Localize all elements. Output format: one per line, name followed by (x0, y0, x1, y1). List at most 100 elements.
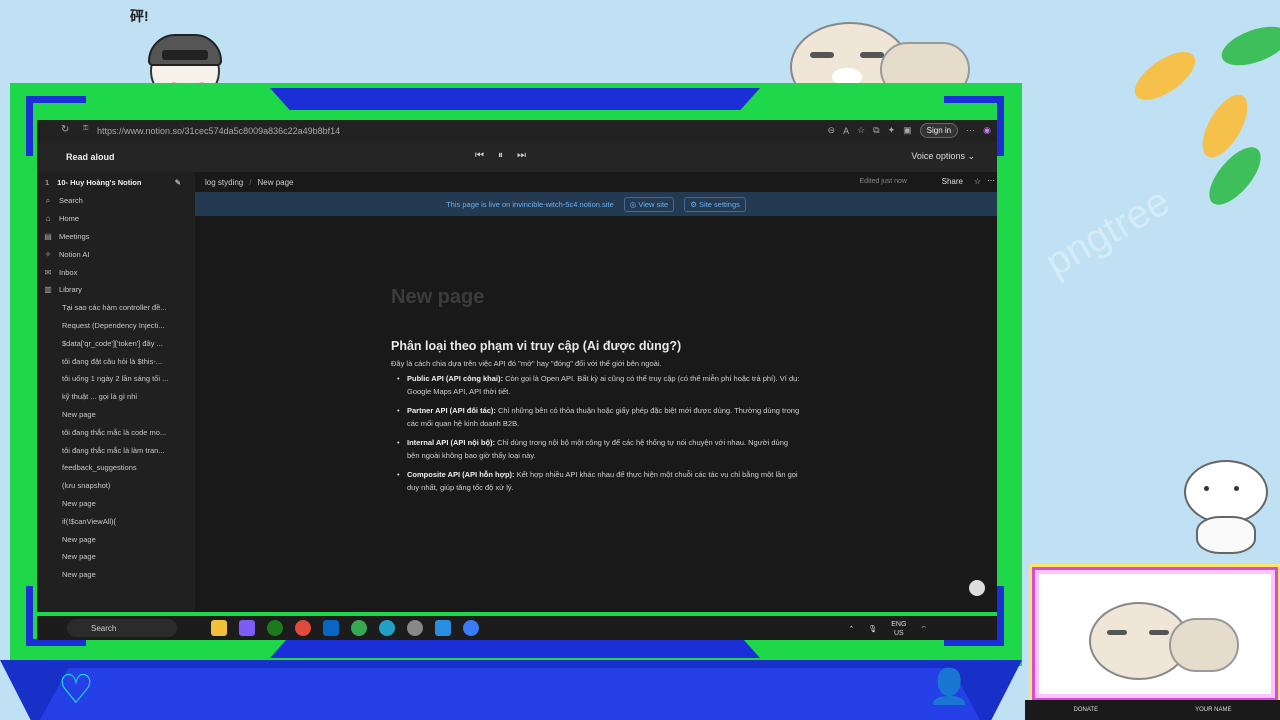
sidebar-page[interactable]: New page (37, 530, 195, 548)
library-icon: ▥ (44, 285, 52, 295)
sidebar-item-label: Meetings (59, 231, 90, 241)
overlay-bottom-bar-inner (40, 668, 980, 720)
extensions-icon[interactable]: ⧉ (873, 125, 879, 136)
sidebar-page[interactable]: Tại sao các hàm controller đề... (37, 299, 195, 317)
notion-main: log styding / New page Edited just now S… (195, 172, 997, 612)
site-settings-button[interactable]: ⚙ Site settings (684, 196, 746, 212)
donate-label: DONATE (1073, 707, 1099, 713)
sidebar-page[interactable]: New page (37, 406, 195, 424)
edge-icon[interactable] (379, 620, 395, 636)
leaf-decoration (1127, 42, 1203, 110)
microphone-icon[interactable]: 🎙 (868, 625, 877, 633)
section-heading[interactable]: Phân loại theo phạm vi truy cập (Ai được… (391, 339, 801, 353)
heart-icon: ♡ (58, 668, 94, 712)
webcam-frame (1035, 570, 1275, 698)
favorite-page-icon[interactable]: ☆ (974, 177, 981, 186)
breadcrumb-parent[interactable]: log styding (205, 178, 243, 187)
xbox-icon[interactable] (267, 620, 283, 636)
sidebar-item-home[interactable]: ⌂ Home (37, 210, 195, 228)
copilot-icon[interactable]: ◉ (983, 125, 991, 136)
sidebar-page[interactable]: New page (37, 495, 195, 513)
taskbar-search[interactable]: Search (67, 619, 177, 637)
sidebar-item-label: Notion AI (59, 249, 90, 259)
edited-status: Edited just now (859, 178, 907, 185)
bullet-term: Public API (API công khai): (407, 374, 503, 383)
sidebar-page[interactable]: tôi uống 1 ngày 2 lần sáng tối ... (37, 370, 195, 388)
bullet-list: Public API (API công khai): Còn gọi là O… (391, 372, 801, 494)
browser-address-bar: ↻ ⚿ https://www.notion.so/31cec574da5c80… (37, 120, 997, 142)
sidebar-item-search[interactable]: ⌕ Search (37, 192, 195, 210)
pause-icon[interactable]: ⏸ (498, 150, 503, 161)
bullet-term: Internal API (API nội bộ): (407, 438, 496, 447)
sidebar-page[interactable]: tôi đang thắc mắc là code mo... (37, 423, 195, 441)
signin-button[interactable]: Sign in (919, 123, 959, 138)
sidebar-page[interactable]: kỹ thuật ... gọi là gì nhỉ (37, 388, 195, 406)
zalo-icon[interactable] (463, 620, 479, 636)
page-title-placeholder[interactable]: New page (391, 286, 801, 309)
watermark: pngtree (1037, 179, 1178, 286)
bullet-item[interactable]: Public API (API công khai): Còn gọi là O… (391, 372, 801, 398)
view-site-button[interactable]: ◎ View site (623, 196, 675, 212)
language-label: ENG (891, 621, 907, 628)
screen-capture: ↻ ⚿ https://www.notion.so/31cec574da5c80… (37, 120, 997, 612)
new-page-icon[interactable]: ✎ (175, 178, 181, 187)
more-icon[interactable]: ⋯ (966, 125, 975, 136)
add-user-icon: 👤 (928, 668, 971, 706)
refresh-icon[interactable]: ↻ (61, 124, 69, 135)
language-indicator[interactable]: ENG US (891, 620, 906, 638)
wifi-icon[interactable]: ⌔ (920, 625, 927, 634)
next-icon[interactable]: ⏭ (517, 150, 526, 161)
banner-text: This page is live on invincible-witch-5c… (446, 199, 614, 209)
settings-icon[interactable] (407, 620, 423, 636)
sidebar-page[interactable]: New page (37, 566, 195, 584)
voice-options-label: Voice options (911, 151, 965, 161)
read-aloud-icon[interactable]: A (843, 126, 849, 136)
voice-options-button[interactable]: Voice options ⌄ (911, 151, 975, 162)
home-icon: ⌂ (45, 214, 51, 224)
previous-icon[interactable]: ⏮ (475, 150, 484, 161)
intro-paragraph[interactable]: Đây là cách chia dựa trên việc API đó "m… (391, 359, 801, 368)
meetings-icon: ▤ (44, 231, 52, 241)
sidebar-item-inbox[interactable]: ✉ Inbox (37, 263, 195, 281)
sidebar-page[interactable]: tôi đang đặt câu hỏi là $this-... (37, 352, 195, 370)
workspace-switcher[interactable]: 1 10- Huy Hoàng's Notion ✎ (37, 172, 195, 192)
url-text[interactable]: https://www.notion.so/31cec574da5c8009a8… (97, 126, 340, 136)
windows-taskbar: Search ⌃ 🎙 ENG US ⌔ (37, 616, 997, 640)
sidebar-page[interactable]: New page (37, 548, 195, 566)
chevron-up-icon[interactable]: ⌃ (848, 625, 854, 633)
chrome-profile-icon[interactable] (351, 620, 367, 636)
page-content: New page Phân loại theo phạm vi truy cập… (391, 236, 801, 500)
page-menu-icon[interactable]: ⋯ (987, 176, 995, 185)
taskbar-search-label: Search (91, 623, 117, 633)
favorite-icon[interactable]: ☆ (857, 125, 865, 136)
sidebar-page[interactable]: $data['qr_code']['token'] đây ... (37, 334, 195, 352)
sidebar-page[interactable]: feedback_suggestions (37, 459, 195, 477)
breadcrumb-current[interactable]: New page (257, 178, 293, 187)
file-explorer-icon[interactable] (211, 620, 227, 636)
favorites-bar-icon[interactable]: ✦ (888, 125, 896, 136)
bullet-item[interactable]: Internal API (API nội bộ): Chỉ dùng tron… (391, 436, 801, 462)
sidebar-item-notion-ai[interactable]: ✧ Notion AI (37, 245, 195, 263)
vscode-icon[interactable] (435, 620, 451, 636)
mochi-sticker (1176, 456, 1276, 556)
screen-recorder-icon[interactable] (239, 620, 255, 636)
sidebar-item-label: Inbox (59, 267, 78, 277)
name-label: YOUR NAME (1195, 707, 1232, 713)
share-button[interactable]: Share (942, 177, 963, 186)
sidebar-page[interactable]: if(!$canViewAll){ (37, 512, 195, 530)
sidebar-item-label: Search (59, 196, 83, 206)
help-icon[interactable] (969, 580, 985, 596)
bullet-item[interactable]: Composite API (API hỗn hợp): Kết hợp nhi… (391, 468, 801, 494)
notion-sidebar: 1 10- Huy Hoàng's Notion ✎ ⌕ Search ⌂ Home ▤… (37, 172, 195, 612)
linkedin-icon[interactable] (323, 620, 339, 636)
sidebar-page[interactable]: tôi đang thắc mắc là làm tran... (37, 441, 195, 459)
sidebar-page[interactable]: Request (Dependency Injecti... (37, 317, 195, 335)
read-aloud-title: Read aloud (66, 152, 115, 162)
sidebar-item-library[interactable]: ▥ Library (37, 281, 195, 299)
chrome-icon[interactable] (295, 620, 311, 636)
sidebar-item-meetings[interactable]: ▤ Meetings (37, 228, 195, 246)
sidebar-page[interactable]: (lưu snapshot) (37, 477, 195, 495)
zoom-icon[interactable]: ⊖ (828, 125, 836, 136)
bullet-item[interactable]: Partner API (API đối tác): Chỉ những bên… (391, 404, 801, 430)
collections-icon[interactable]: ▣ (903, 125, 912, 136)
